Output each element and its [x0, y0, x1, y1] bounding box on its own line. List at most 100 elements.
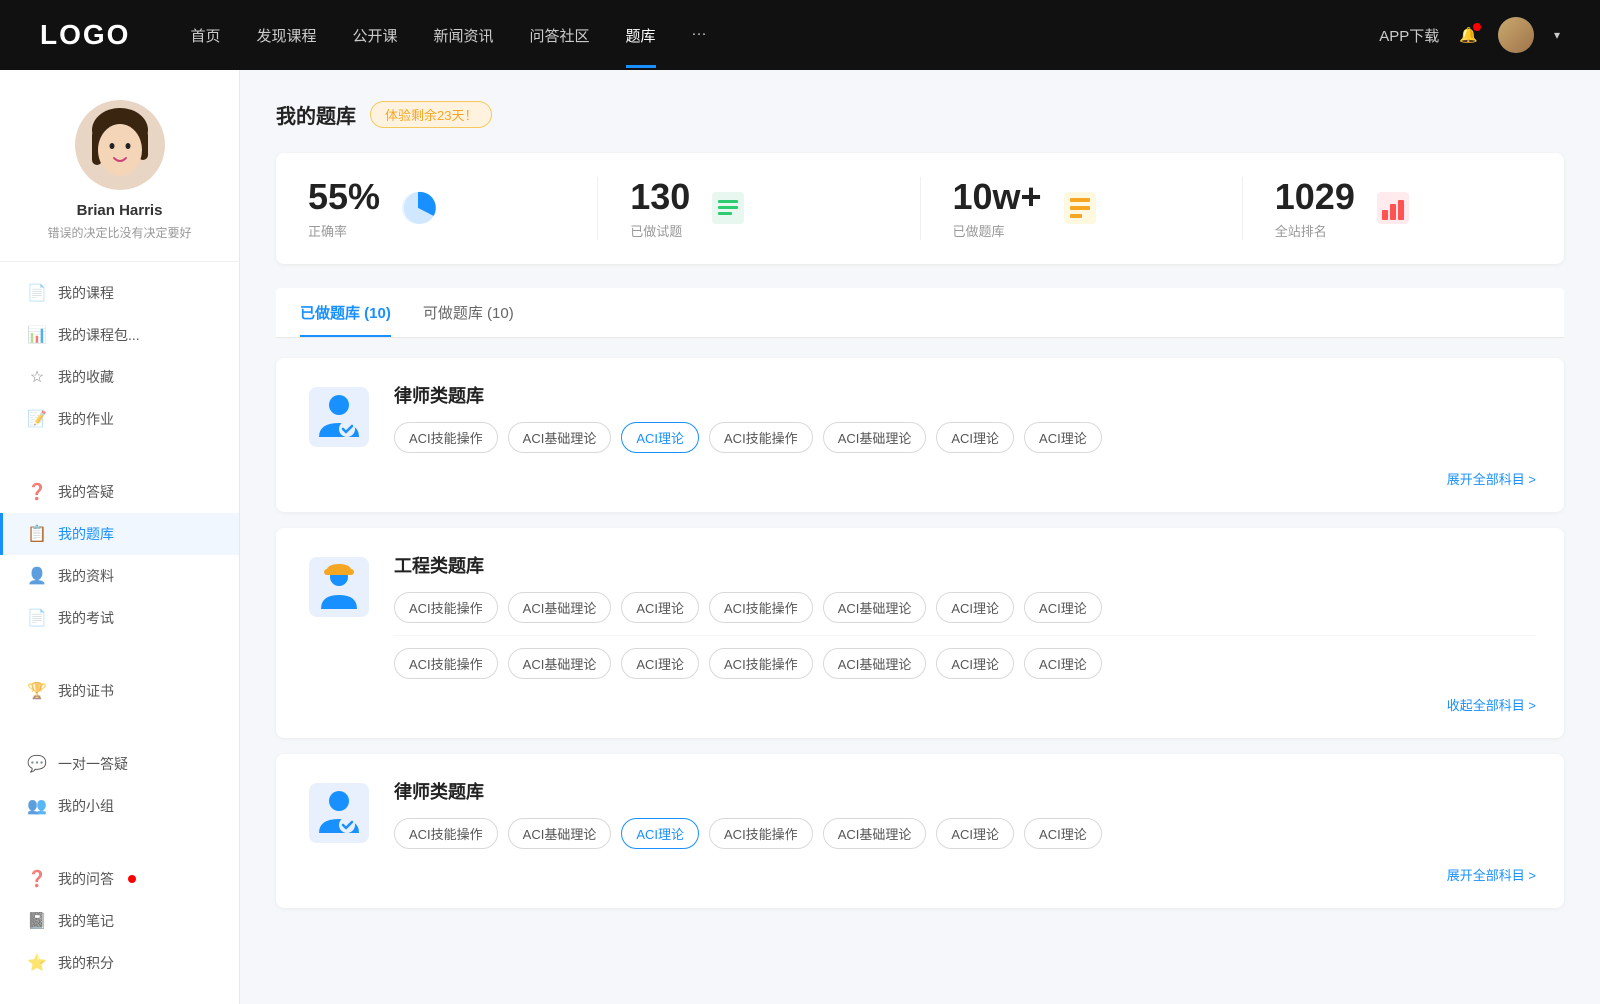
sidebar-user-name: Brian Harris — [77, 202, 163, 219]
sidebar-item-label: 我的笔记 — [58, 911, 114, 931]
qbank-icon — [304, 552, 374, 622]
qbank-tag[interactable]: ACI理论 — [936, 422, 1014, 453]
qbank-expand[interactable]: 展开全部科目 > — [304, 469, 1536, 488]
sidebar-menu-item[interactable]: 📄我的考试 — [0, 597, 239, 639]
nav-menu-item[interactable]: 题库 — [626, 25, 656, 46]
qbank-tag[interactable]: ACI技能操作 — [709, 422, 813, 453]
sidebar-menu-item[interactable]: 📄 我的课程 — [0, 272, 239, 314]
sidebar-divider — [0, 712, 239, 743]
sidebar-divider — [0, 639, 239, 670]
nav-menu-item[interactable]: 问答社区 — [530, 25, 590, 46]
sidebar-icon: ❓ — [28, 483, 46, 501]
nav-menu-item[interactable]: 发现课程 — [256, 25, 316, 46]
qbank-expand[interactable]: 展开全部科目 > — [304, 865, 1536, 884]
qbank-card-header: 工程类题库 ACI技能操作ACI基础理论ACI理论ACI技能操作ACI基础理论A… — [304, 552, 1536, 679]
sidebar-menu-item[interactable]: 👥我的小组 — [0, 785, 239, 827]
qbank-tag[interactable]: ACI理论 — [1024, 648, 1102, 679]
user-dropdown-chevron[interactable]: ▾ — [1554, 28, 1560, 42]
qbank-title: 工程类题库 — [394, 552, 1536, 578]
qbank-tag[interactable]: ACI基础理论 — [823, 592, 927, 623]
qbank-tags-row1: ACI技能操作 ACI基础理论 ACI理论 ACI技能操作 ACI基础理论 ACI理论 AC… — [394, 592, 1536, 623]
sidebar-menu-item[interactable]: 👤我的资料 — [0, 555, 239, 597]
sidebar-menu-item[interactable]: ❓ 我的答疑 — [0, 471, 239, 513]
qbank-tag[interactable]: ACI理论 — [1024, 592, 1102, 623]
app-download-link[interactable]: APP下载 — [1379, 25, 1439, 46]
qbank-tag[interactable]: ACI基础理论 — [508, 592, 612, 623]
qbank-tag[interactable]: ACI基础理论 — [823, 648, 927, 679]
qbank-tag[interactable]: ACI技能操作 — [394, 648, 498, 679]
sidebar-menu-item[interactable]: 💬一对一答疑 — [0, 743, 239, 785]
sidebar-menu-item[interactable]: 📋我的题库 — [0, 513, 239, 555]
qbank-tag[interactable]: ACI技能操作 — [394, 592, 498, 623]
qbank-icon — [304, 382, 374, 452]
qbank-tag[interactable]: ACI技能操作 — [709, 818, 813, 849]
qbank-divider — [394, 635, 1536, 636]
qbank-tag[interactable]: ACI理论 — [621, 648, 699, 679]
sidebar-menu-item[interactable]: 📓我的笔记 — [0, 900, 239, 942]
sidebar-menu-item[interactable]: 📝我的作业 — [0, 398, 239, 440]
page-header: 我的题库 体验剩余23天！ — [276, 100, 1564, 129]
qbank-tag[interactable]: ACI基础理论 — [823, 818, 927, 849]
avatar-svg — [75, 100, 165, 190]
user-avatar[interactable] — [1498, 17, 1534, 53]
qbank-tag[interactable]: ACI理论 — [1024, 422, 1102, 453]
sidebar-menu: 📄我的课程📊我的课程包...☆我的收藏📝我的作业❓我的答疑📋我的题库👤我的资料📄… — [0, 272, 239, 984]
sidebar-item-label: 我的课程包... — [58, 325, 140, 345]
sidebar-item-label: 我的课程 — [58, 283, 114, 303]
qbank-card: 律师类题库 ACI技能操作ACI基础理论ACI理论ACI技能操作ACI基础理论A… — [276, 754, 1564, 908]
sidebar-menu-item[interactable]: 📊我的课程包... — [0, 314, 239, 356]
qbank-card-header: 律师类题库 ACI技能操作ACI基础理论ACI理论ACI技能操作ACI基础理论A… — [304, 382, 1536, 453]
qbank-tag[interactable]: ACI理论 — [621, 422, 699, 453]
qbank-card-header: 律师类题库 ACI技能操作ACI基础理论ACI理论ACI技能操作ACI基础理论A… — [304, 778, 1536, 849]
nav-menu-item[interactable]: 新闻资讯 — [434, 25, 494, 46]
qbank-collapse[interactable]: 收起全部科目 > — [304, 695, 1536, 714]
sidebar-menu-item[interactable]: ⭐我的积分 — [0, 942, 239, 984]
qbanks-container: 律师类题库 ACI技能操作ACI基础理论ACI理论ACI技能操作ACI基础理论A… — [276, 358, 1564, 908]
sidebar-item-label: 我的小组 — [58, 796, 114, 816]
tab-item[interactable]: 已做题库 (10) — [300, 288, 391, 337]
trial-badge: 体验剩余23天！ — [370, 101, 492, 128]
stat-value: 130 — [630, 177, 690, 217]
qbank-tags: ACI技能操作 ACI基础理论 ACI理论 ACI技能操作 ACI基础理论 ACI理论 AC… — [394, 422, 1536, 453]
qbank-tag[interactable]: ACI基础理论 — [823, 422, 927, 453]
stat-value: 1029 — [1275, 177, 1355, 217]
qbank-tag[interactable]: ACI技能操作 — [709, 592, 813, 623]
notification-bell[interactable]: 🔔 — [1459, 26, 1478, 44]
qbank-tag[interactable]: ACI基础理论 — [508, 422, 612, 453]
sidebar-user-motto: 错误的决定比没有决定要好 — [47, 224, 191, 241]
stat-item: 10w+ 已做题库 — [921, 177, 1243, 240]
qbank-tag[interactable]: ACI技能操作 — [709, 648, 813, 679]
qbank-tag[interactable]: ACI理论 — [936, 592, 1014, 623]
sidebar-icon: 💬 — [28, 755, 46, 773]
qbank-card: 律师类题库 ACI技能操作ACI基础理论ACI理论ACI技能操作ACI基础理论A… — [276, 358, 1564, 512]
sidebar-item-label: 我的资料 — [58, 566, 114, 586]
qbank-tags: ACI技能操作 ACI基础理论 ACI理论 ACI技能操作 ACI基础理论 ACI理论 AC… — [394, 818, 1536, 849]
sidebar-icon: ⭐ — [28, 954, 46, 972]
qbank-tag[interactable]: ACI技能操作 — [394, 422, 498, 453]
qbank-tag[interactable]: ACI理论 — [1024, 818, 1102, 849]
sidebar-menu-item[interactable]: ❓我的问答 — [0, 858, 239, 900]
qbank-tag[interactable]: ACI基础理论 — [508, 648, 612, 679]
tab-item[interactable]: 可做题库 (10) — [423, 288, 514, 337]
stat-item: 1029 全站排名 — [1243, 177, 1564, 240]
sidebar-item-label: 我的答疑 — [58, 482, 114, 502]
qbank-tag[interactable]: ACI理论 — [936, 648, 1014, 679]
qbank-tag[interactable]: ACI理论 — [621, 592, 699, 623]
qbank-icon — [304, 778, 374, 848]
qbank-tag[interactable]: ACI基础理论 — [508, 818, 612, 849]
qbank-tag[interactable]: ACI技能操作 — [394, 818, 498, 849]
qbank-tag[interactable]: ACI理论 — [936, 818, 1014, 849]
stat-label: 已做试题 — [630, 221, 690, 240]
nav-menu-item[interactable]: 首页 — [190, 25, 220, 46]
sidebar-avatar — [75, 100, 165, 190]
tabs-row: 已做题库 (10) 可做题库 (10) — [276, 288, 1564, 338]
sidebar-icon: 📄 — [28, 284, 46, 302]
stat-icon — [1371, 186, 1415, 230]
stat-icon — [1058, 186, 1102, 230]
logo: LOGO — [40, 19, 130, 51]
qbank-tag[interactable]: ACI理论 — [621, 818, 699, 849]
nav-menu-item[interactable]: 公开课 — [352, 25, 397, 46]
sidebar-menu-item[interactable]: 🏆我的证书 — [0, 670, 239, 712]
sidebar-menu-item[interactable]: ☆我的收藏 — [0, 356, 239, 398]
nav-menu-item[interactable]: ··· — [692, 25, 707, 46]
